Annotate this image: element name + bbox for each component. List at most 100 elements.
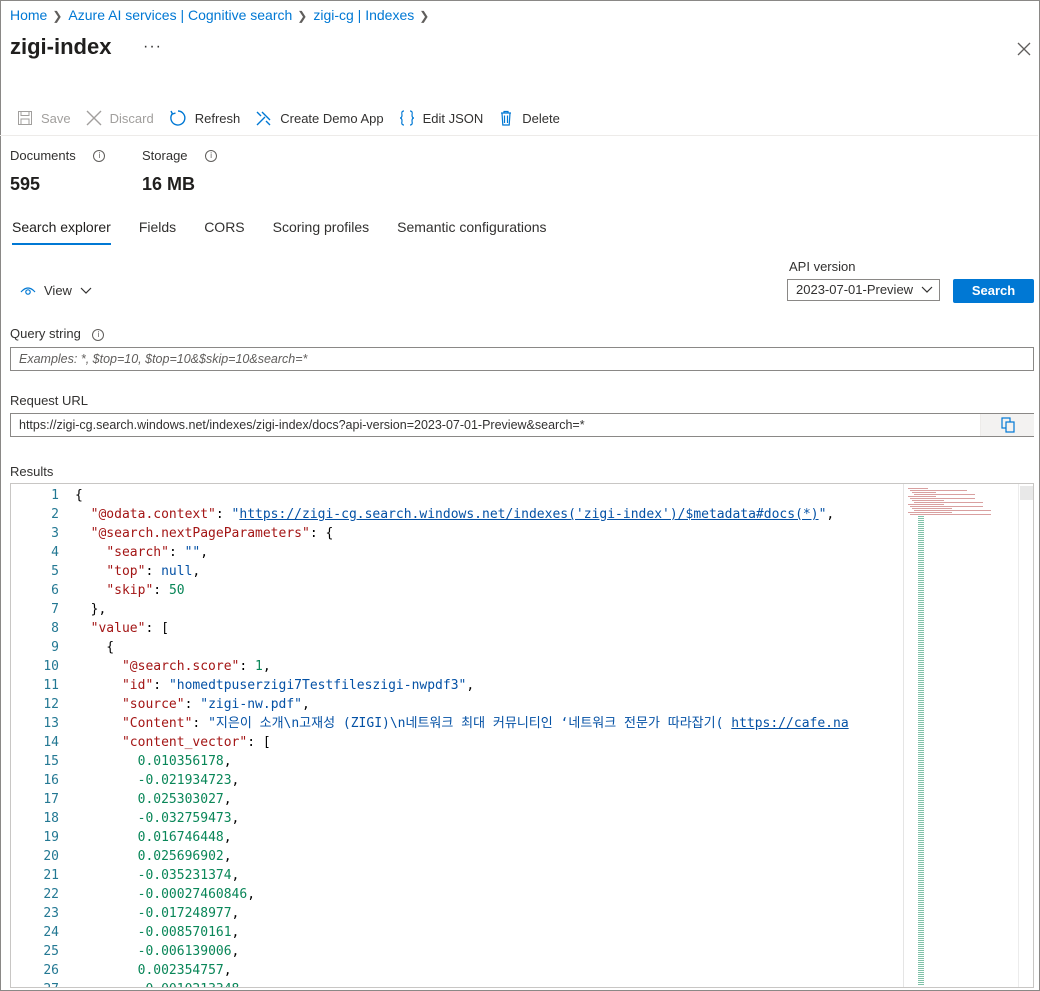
minimap-line — [918, 670, 924, 671]
minimap-line — [918, 880, 924, 881]
view-dropdown[interactable]: View — [20, 283, 92, 298]
minimap-line — [918, 580, 924, 581]
discard-button[interactable]: Discard — [86, 110, 154, 126]
line-number: 4 — [51, 545, 59, 560]
save-button[interactable]: Save — [17, 110, 71, 126]
code-token: -0.032759473 — [137, 811, 232, 826]
minimap-line — [918, 814, 924, 815]
minimap-line — [918, 520, 924, 521]
minimap-line — [918, 630, 924, 631]
minimap-line — [918, 844, 924, 845]
code-line: 0.010356178, — [75, 752, 232, 771]
minimap-line — [918, 606, 924, 607]
minimap-line — [918, 818, 924, 819]
delete-button[interactable]: Delete — [498, 110, 560, 126]
minimap-line — [918, 714, 924, 715]
minimap-line — [918, 728, 924, 729]
minimap-line — [918, 766, 924, 767]
more-actions-button[interactable]: ··· — [143, 38, 162, 56]
copy-url-button[interactable] — [980, 414, 1034, 436]
request-url-field[interactable]: https://zigi-cg.search.windows.net/index… — [10, 413, 1034, 437]
info-icon[interactable]: i — [93, 150, 106, 162]
code-token: "homedtpuserzigi7Testfileszigi-nwpdf3" — [168, 678, 467, 693]
minimap-line — [918, 706, 924, 707]
code-token: , — [231, 773, 240, 788]
info-icon[interactable]: i — [205, 150, 218, 162]
minimap-line — [918, 608, 924, 609]
minimap-line — [918, 864, 924, 865]
minimap-line — [918, 824, 924, 825]
code-line: "source": "zigi-nw.pdf", — [75, 695, 310, 714]
minimap-line — [918, 958, 924, 959]
scrollbar-thumb[interactable] — [1020, 486, 1033, 500]
minimap-line — [918, 634, 924, 635]
code-token: : [ — [145, 621, 169, 636]
code-token: : [ — [247, 735, 271, 750]
view-label: View — [44, 283, 72, 298]
minimap-line — [908, 504, 944, 505]
minimap-line — [918, 620, 924, 621]
minimap-line — [918, 922, 924, 923]
code-token: 0.010356178 — [137, 754, 224, 769]
minimap-line — [918, 624, 924, 625]
minimap-line — [918, 532, 924, 533]
minimap-line — [918, 842, 924, 843]
close-button[interactable] — [1017, 38, 1035, 58]
storage-label-text: Storage — [142, 148, 188, 163]
minimap-line — [918, 912, 924, 913]
minimap-line — [918, 750, 924, 751]
code-token: "top" — [106, 564, 146, 579]
edit-json-label: Edit JSON — [422, 110, 484, 126]
code-token: 0.002354757 — [137, 963, 224, 978]
minimap-line — [918, 654, 924, 655]
line-number: 8 — [51, 621, 59, 636]
minimap-line — [918, 646, 924, 647]
line-number: 21 — [43, 868, 59, 883]
tab-semantic-configurations[interactable]: Semantic configurations — [397, 219, 546, 245]
info-icon[interactable]: i — [92, 329, 105, 341]
search-button[interactable]: Search — [953, 279, 1034, 303]
breadcrumb-indexes[interactable]: zigi-cg | Indexes — [313, 7, 414, 23]
edit-json-button[interactable]: Edit JSON — [399, 110, 484, 126]
tab-scoring-profiles[interactable]: Scoring profiles — [273, 219, 370, 245]
minimap-line — [918, 878, 924, 879]
minimap-line — [918, 652, 924, 653]
editor-minimap[interactable] — [903, 484, 1018, 987]
minimap-line — [918, 792, 924, 793]
code-line: "skip": 50 — [75, 581, 184, 600]
minimap-line — [918, 770, 924, 771]
code-token: "@search.score" — [121, 659, 240, 674]
minimap-line — [918, 660, 924, 661]
tab-search-explorer[interactable]: Search explorer — [12, 219, 111, 245]
editor-scrollbar[interactable] — [1018, 484, 1033, 987]
query-string-input[interactable]: Examples: *, $top=10, $top=10&$skip=10&s… — [10, 347, 1034, 371]
tab-fields[interactable]: Fields — [139, 219, 176, 245]
minimap-line — [918, 680, 924, 681]
code-line: 0.002354757, — [75, 961, 232, 980]
breadcrumb-home[interactable]: Home — [10, 7, 47, 23]
minimap-line — [918, 736, 924, 737]
api-version-select[interactable]: 2023-07-01-Preview — [787, 279, 940, 301]
minimap-line — [918, 738, 924, 739]
minimap-line — [918, 522, 924, 523]
refresh-button[interactable]: Refresh — [169, 109, 240, 127]
json-code-area[interactable]: { "@odata.context": "https://zigi-cg.sea… — [75, 484, 903, 987]
code-token: : — [153, 678, 169, 693]
breadcrumb-cognitive-search[interactable]: Azure AI services | Cognitive search — [68, 7, 292, 23]
minimap-line — [918, 860, 924, 861]
results-json-editor[interactable]: 1 2 3 4 5 6 7 8 9 10 11 12 13 14 15 16 17 18 19 20 21 22 23 24 2… — [10, 483, 1034, 988]
code-line: }, — [75, 600, 107, 619]
minimap-line — [918, 944, 924, 945]
code-token: , — [466, 678, 475, 693]
minimap-line — [918, 906, 924, 907]
line-number: 2 — [51, 507, 59, 522]
query-string-label: Query string i — [10, 326, 105, 341]
minimap-line — [914, 494, 975, 495]
tab-cors[interactable]: CORS — [204, 219, 244, 245]
minimap-line — [918, 742, 924, 743]
create-demo-app-button[interactable]: Create Demo App — [255, 110, 384, 127]
minimap-line — [918, 970, 924, 971]
